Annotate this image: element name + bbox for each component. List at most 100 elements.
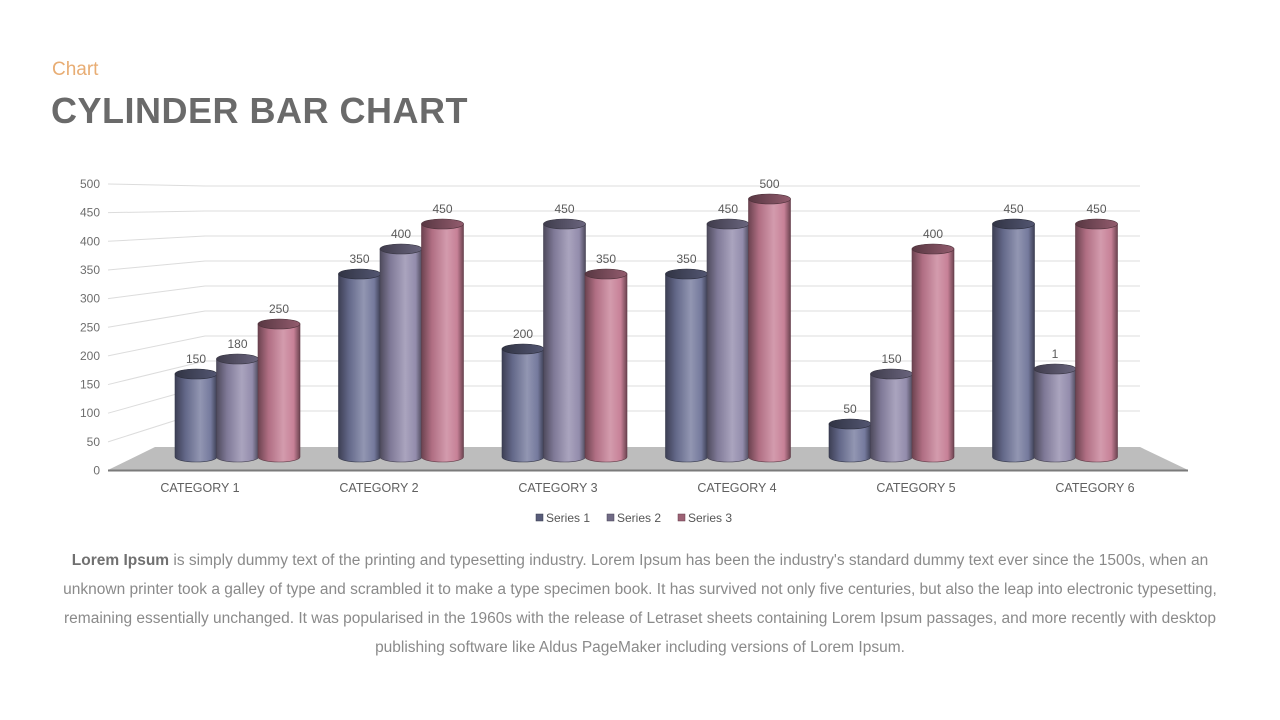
bar-body [706, 223, 750, 463]
data-label: 400 [391, 227, 411, 241]
bar-top [992, 218, 1035, 230]
bar-top [1033, 363, 1077, 375]
bar [543, 218, 586, 463]
bars [174, 193, 1118, 463]
bar [911, 243, 955, 463]
bar-body [584, 273, 628, 463]
x-tick-label: CATEGORY 3 [518, 481, 597, 495]
bar-body [828, 423, 872, 463]
bar-top [911, 243, 955, 255]
bar [870, 368, 913, 463]
bar [665, 268, 708, 463]
bar [992, 218, 1035, 463]
gridline-side [107, 285, 206, 300]
bar-top [828, 418, 872, 430]
legend-swatch [535, 513, 544, 522]
bar-top [584, 268, 628, 280]
bar [338, 268, 381, 463]
y-tick-label: 300 [80, 292, 100, 306]
bar-body [216, 358, 259, 463]
data-label: 150 [186, 352, 206, 366]
bar-body [257, 323, 301, 463]
bar-body [911, 248, 955, 463]
legend: Series 1 Series 2 Series 3 [535, 511, 732, 525]
bar-top [706, 218, 750, 230]
bar-body [543, 223, 586, 463]
data-label: 500 [759, 177, 779, 191]
y-tick-label: 250 [80, 320, 100, 334]
bar [1075, 218, 1118, 463]
description-lead: Lorem Ipsum [71, 552, 170, 569]
y-tick-label: 500 [80, 177, 100, 191]
bar-body [1033, 368, 1077, 463]
bar-top [338, 268, 381, 280]
bar [828, 418, 872, 463]
legend-swatch [606, 513, 615, 522]
gridline-side [107, 210, 206, 214]
bar-body [1075, 223, 1118, 463]
y-tick-label: 200 [80, 349, 100, 363]
bar-body [501, 348, 545, 463]
bar-top [501, 343, 545, 355]
bar [706, 218, 750, 463]
legend-swatch [677, 513, 686, 522]
bar-top [379, 243, 423, 255]
bar [379, 243, 423, 463]
legend-label: Series 2 [617, 511, 661, 525]
bar-top [1075, 218, 1118, 230]
bar [257, 318, 301, 463]
bar-top [216, 353, 259, 365]
x-tick-label: CATEGORY 2 [339, 481, 418, 495]
gridline-side [107, 183, 206, 187]
y-tick-label: 50 [87, 435, 101, 449]
bar [1033, 363, 1077, 463]
bar-body [338, 273, 381, 463]
data-label: 150 [881, 352, 901, 366]
bar [584, 268, 628, 463]
bar-body [748, 198, 791, 463]
bar-top [870, 368, 913, 380]
data-label: 250 [269, 302, 289, 316]
description-text: is simply dummy text of the printing and… [63, 552, 1217, 656]
data-label: 450 [1086, 202, 1106, 216]
bar-body [174, 373, 218, 463]
y-tick-label: 350 [80, 263, 100, 277]
cylinder-bar-chart: 150180250350400450200450350 3504505005015… [80, 177, 1188, 525]
gridline-side [107, 310, 206, 328]
bar [216, 353, 259, 463]
data-label: 450 [718, 202, 738, 216]
data-label: 450 [1003, 202, 1023, 216]
x-tick-label: CATEGORY 1 [160, 481, 239, 495]
bar-top [748, 193, 791, 205]
x-tick-label: CATEGORY 6 [1055, 481, 1134, 495]
bar-body [870, 373, 913, 463]
bar-body [665, 273, 708, 463]
bar [174, 368, 218, 463]
data-label: 180 [227, 337, 247, 351]
bar [748, 193, 791, 463]
y-tick-label: 0 [93, 464, 100, 478]
data-label: 1 [1052, 347, 1059, 361]
bar-body [992, 223, 1035, 463]
description-paragraph: Lorem Ipsum is simply dummy text of the … [60, 546, 1220, 662]
data-label: 350 [596, 252, 616, 266]
bar-top [543, 218, 586, 230]
bar-body [421, 223, 464, 463]
y-tick-label: 100 [80, 406, 100, 420]
data-label: 200 [513, 327, 533, 341]
gridline-side [107, 260, 206, 271]
bar [501, 343, 545, 463]
bar-body [379, 248, 423, 463]
bar-top [174, 368, 218, 380]
y-tick-label: 150 [80, 378, 100, 392]
data-label: 400 [923, 227, 943, 241]
bar [421, 218, 464, 463]
y-tick-label: 450 [80, 206, 100, 220]
gridline-side [107, 235, 206, 242]
x-tick-label: CATEGORY 5 [876, 481, 955, 495]
data-label: 50 [843, 402, 857, 416]
x-tick-label: CATEGORY 4 [697, 481, 776, 495]
bar-top [421, 218, 464, 230]
legend-label: Series 3 [688, 511, 732, 525]
bar-top [257, 318, 301, 330]
